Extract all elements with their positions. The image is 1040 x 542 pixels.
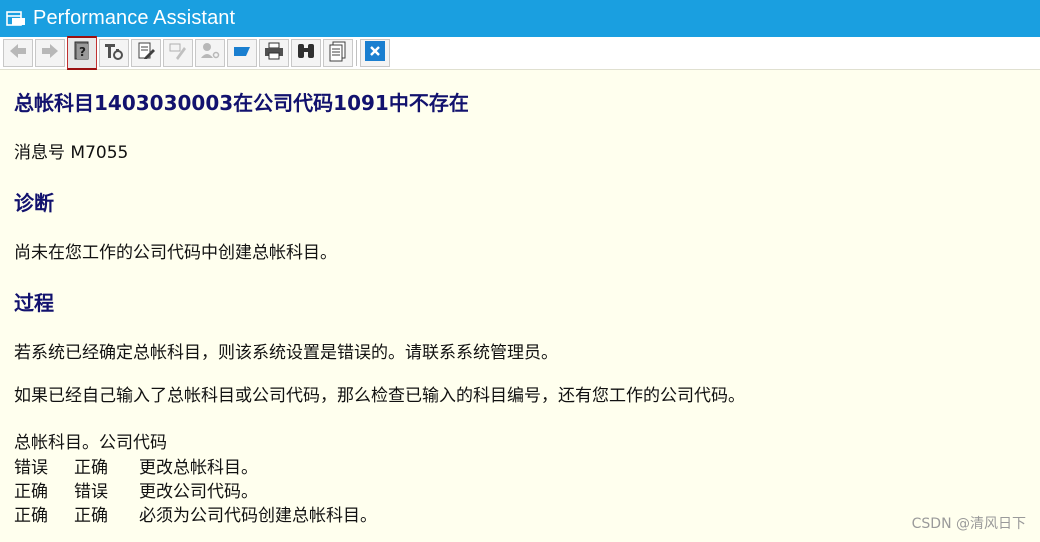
- toolbar-separator: [356, 40, 357, 66]
- table-cell: 错误: [74, 482, 108, 502]
- binoculars-icon: [295, 41, 317, 65]
- table-row: 正确 正确 必须为公司代码创建总帐科目。: [14, 501, 377, 526]
- table-cell: 正确: [14, 482, 48, 502]
- technical-info-button[interactable]: [99, 39, 129, 67]
- pen-button[interactable]: [163, 39, 193, 67]
- print-button[interactable]: [259, 39, 289, 67]
- find-button[interactable]: [291, 39, 321, 67]
- tools-icon: [103, 41, 125, 65]
- table-cell: 正确: [74, 506, 108, 526]
- title-bar: Performance Assistant: [0, 0, 1040, 37]
- back-button[interactable]: [3, 39, 33, 67]
- table-cell: 必须为公司代码创建总帐科目。: [139, 506, 377, 526]
- table-cell: 更改总帐科目。: [139, 458, 258, 478]
- table-cell: 更改公司代码。: [139, 482, 258, 502]
- pen-icon: [168, 41, 188, 65]
- table-header: 总帐科目。公司代码: [14, 433, 167, 453]
- table-row: 正确 错误 更改公司代码。: [14, 477, 258, 502]
- table-row: 错误 正确 更改总帐科目。: [14, 453, 258, 478]
- toolbar: ?: [0, 36, 1040, 70]
- document-button[interactable]: [323, 39, 353, 67]
- diagnosis-heading: 诊断: [14, 191, 54, 215]
- arrow-left-icon: [8, 42, 28, 64]
- user-key-icon: [199, 41, 221, 65]
- document-list-icon: [328, 40, 348, 66]
- arrow-right-icon: [40, 42, 60, 64]
- help-button[interactable]: ?: [67, 36, 97, 70]
- svg-text:?: ?: [79, 45, 86, 59]
- message-title: 总帐科目1403030003在公司代码1091中不存在: [14, 91, 469, 115]
- table-cell: 错误: [14, 458, 48, 478]
- close-icon: [364, 40, 386, 66]
- flag-icon: [231, 42, 253, 64]
- procedure-para-2: 如果已经自己输入了总帐科目或公司代码，那么检查已输入的科目编号，还有您工作的公司…: [14, 386, 745, 406]
- edit-doc-icon: [136, 41, 156, 65]
- edit-button[interactable]: [131, 39, 161, 67]
- window-icon: [6, 10, 26, 28]
- procedure-heading: 过程: [14, 291, 54, 315]
- diagnosis-text: 尚未在您工作的公司代码中创建总帐科目。: [14, 243, 337, 263]
- table-cell: 正确: [74, 458, 108, 478]
- user-key-button[interactable]: [195, 39, 225, 67]
- procedure-para-1: 若系统已经确定总帐科目，则该系统设置是错误的。请联系系统管理员。: [14, 343, 558, 363]
- table-cell: 正确: [14, 506, 48, 526]
- flag-button[interactable]: [227, 39, 257, 67]
- watermark: CSDN @清风日下: [911, 516, 1026, 532]
- message-number: 消息号 M7055: [14, 143, 129, 163]
- help-book-icon: ?: [72, 40, 92, 66]
- forward-button[interactable]: [35, 39, 65, 67]
- window-title: Performance Assistant: [33, 7, 236, 29]
- close-button[interactable]: [360, 39, 390, 67]
- printer-icon: [263, 41, 285, 65]
